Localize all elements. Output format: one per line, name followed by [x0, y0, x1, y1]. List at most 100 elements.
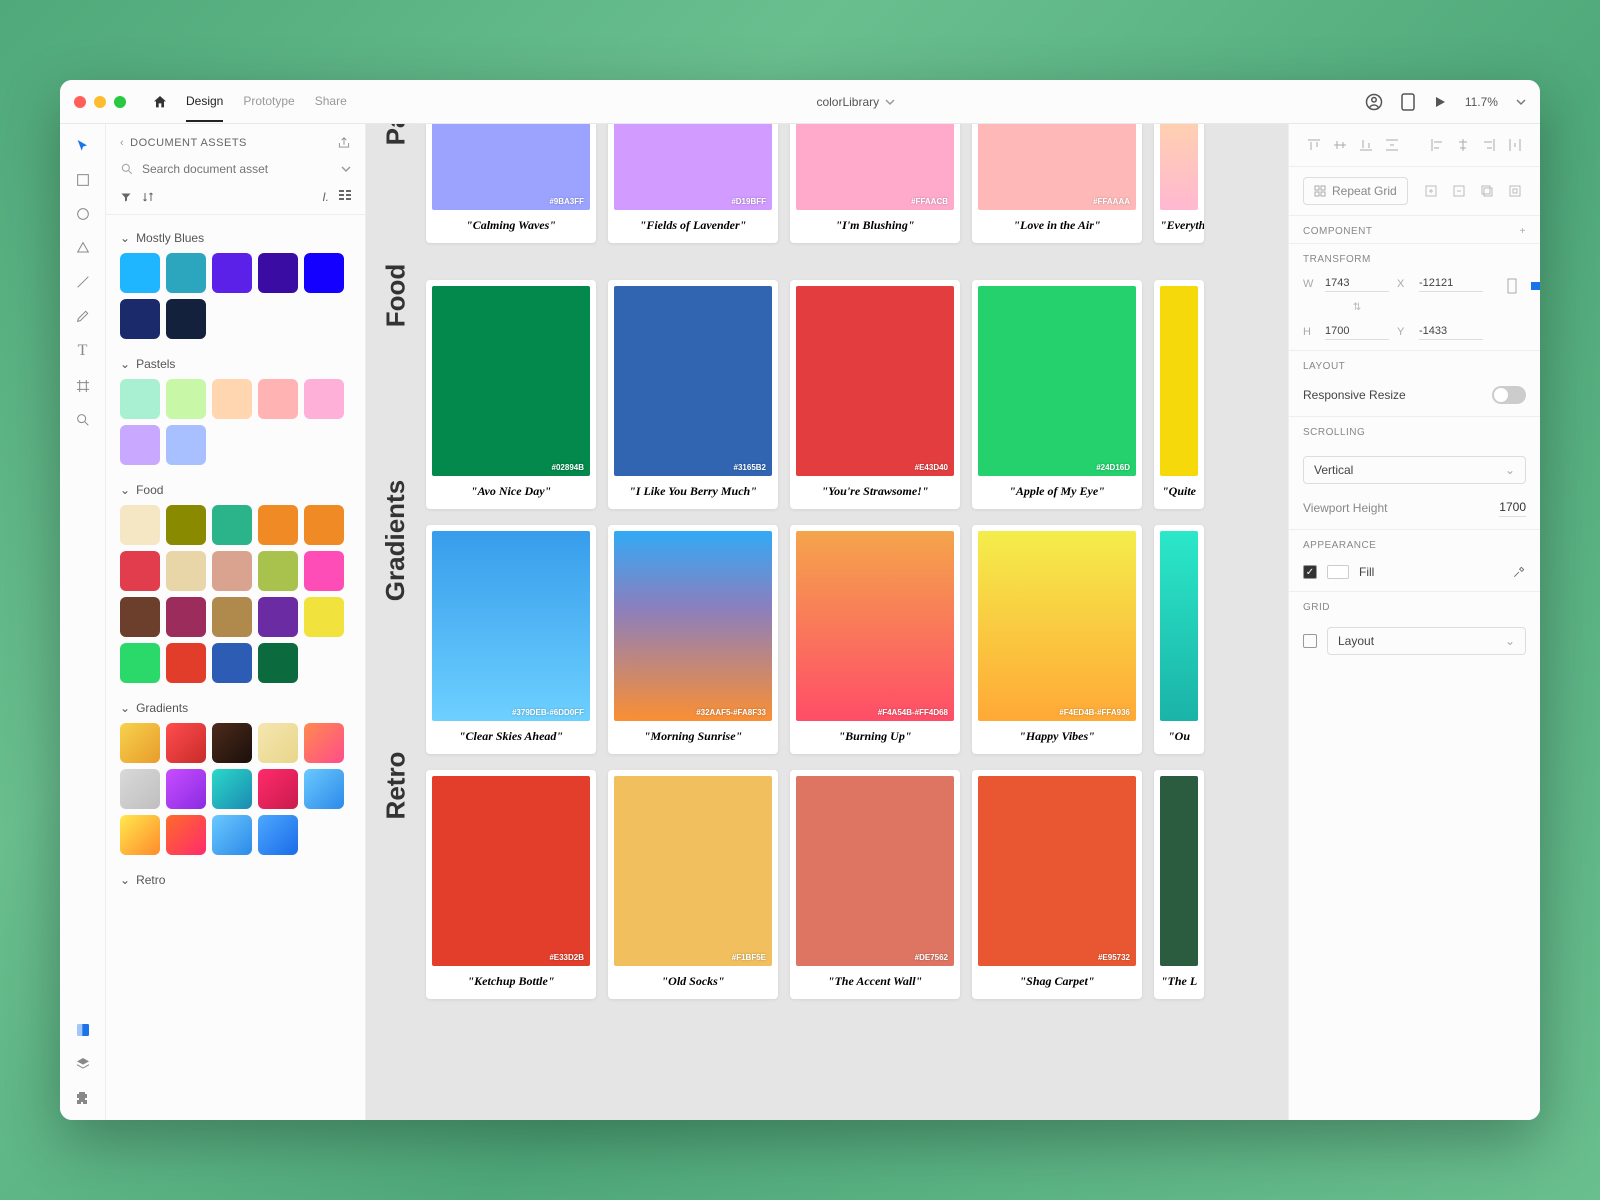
- color-swatch[interactable]: [120, 597, 160, 637]
- color-swatch[interactable]: [120, 769, 160, 809]
- color-swatch[interactable]: [120, 643, 160, 683]
- zoom-level[interactable]: 11.7%: [1465, 95, 1498, 109]
- zoom-tool-icon[interactable]: [75, 412, 91, 428]
- card-menu-icon[interactable]: •••: [610, 280, 628, 282]
- color-swatch[interactable]: [212, 769, 252, 809]
- viewport-height-field[interactable]: 1700: [1499, 498, 1526, 517]
- card-menu-icon[interactable]: •••: [792, 280, 810, 282]
- color-swatch[interactable]: [120, 299, 160, 339]
- color-swatch[interactable]: [304, 253, 344, 293]
- color-card[interactable]: •••#E33D2B"Ketchup Bottle": [426, 770, 596, 999]
- color-swatch[interactable]: [212, 597, 252, 637]
- card-menu-icon[interactable]: •••: [428, 770, 446, 772]
- color-card[interactable]: •••#E43D40"You're Strawsome!": [790, 280, 960, 509]
- color-swatch[interactable]: [212, 551, 252, 591]
- card-menu-icon[interactable]: •••: [428, 280, 446, 282]
- ellipse-tool-icon[interactable]: [75, 206, 91, 222]
- intersect-icon[interactable]: [1476, 180, 1498, 202]
- color-swatch[interactable]: [120, 379, 160, 419]
- device-preview-icon[interactable]: [1401, 93, 1415, 111]
- color-card[interactable]: •••"Everythi: [1154, 124, 1204, 243]
- distribute-h-icon[interactable]: [1504, 134, 1526, 156]
- color-swatch[interactable]: [212, 815, 252, 855]
- landscape-icon[interactable]: [1527, 275, 1540, 297]
- portrait-icon[interactable]: [1501, 275, 1523, 297]
- group-header[interactable]: ⌄Food: [120, 477, 357, 505]
- color-swatch[interactable]: [258, 379, 298, 419]
- home-icon[interactable]: [152, 94, 168, 110]
- color-swatch[interactable]: [212, 253, 252, 293]
- color-swatch[interactable]: [120, 815, 160, 855]
- color-swatch[interactable]: [212, 643, 252, 683]
- color-swatch[interactable]: [258, 597, 298, 637]
- color-swatch[interactable]: [166, 425, 206, 465]
- color-swatch[interactable]: [166, 253, 206, 293]
- color-card[interactable]: •••#32AAF5-#FA8F33"Morning Sunrise": [608, 525, 778, 754]
- subtract-icon[interactable]: [1448, 180, 1470, 202]
- tab-prototype[interactable]: Prototype: [243, 82, 294, 122]
- eyedropper-icon[interactable]: [1512, 565, 1526, 579]
- color-swatch[interactable]: [166, 643, 206, 683]
- responsive-resize-toggle[interactable]: [1492, 386, 1526, 404]
- color-swatch[interactable]: [258, 643, 298, 683]
- list-view-icon[interactable]: I.: [322, 190, 329, 204]
- scrolling-dropdown[interactable]: Vertical ⌄: [1303, 456, 1526, 484]
- color-swatch[interactable]: [166, 299, 206, 339]
- align-bottom-icon[interactable]: [1355, 134, 1377, 156]
- color-swatch[interactable]: [258, 815, 298, 855]
- assets-panel-icon[interactable]: [75, 1022, 91, 1038]
- color-swatch[interactable]: [304, 379, 344, 419]
- filter-icon[interactable]: [120, 191, 132, 203]
- color-swatch[interactable]: [212, 723, 252, 763]
- card-menu-icon[interactable]: •••: [1156, 280, 1174, 282]
- color-swatch[interactable]: [166, 551, 206, 591]
- color-card[interactable]: •••#DE7562"The Accent Wall": [790, 770, 960, 999]
- group-header[interactable]: ⌄Retro: [120, 867, 357, 895]
- close-window-button[interactable]: [74, 96, 86, 108]
- color-card[interactable]: •••#FFAAAA"Love in the Air": [972, 124, 1142, 243]
- chevron-down-icon[interactable]: [1516, 97, 1526, 107]
- color-swatch[interactable]: [212, 379, 252, 419]
- artboard-tool-icon[interactable]: [75, 378, 91, 394]
- add-component-icon[interactable]: +: [1520, 226, 1526, 237]
- fill-swatch[interactable]: [1327, 565, 1349, 579]
- card-menu-icon[interactable]: •••: [1156, 770, 1174, 772]
- color-card[interactable]: •••#D19BFF"Fields of Lavender": [608, 124, 778, 243]
- tab-share[interactable]: Share: [315, 82, 347, 122]
- color-card[interactable]: •••#F4ED4B-#FFA936"Happy Vibes": [972, 525, 1142, 754]
- color-swatch[interactable]: [166, 723, 206, 763]
- select-tool-icon[interactable]: [75, 138, 91, 154]
- group-header[interactable]: ⌄Mostly Blues: [120, 225, 357, 253]
- repeat-grid-button[interactable]: Repeat Grid: [1303, 177, 1408, 205]
- layers-panel-icon[interactable]: [75, 1056, 91, 1072]
- color-swatch[interactable]: [120, 505, 160, 545]
- align-vcenter-icon[interactable]: [1329, 134, 1351, 156]
- lock-aspect-icon[interactable]: ⇅: [1325, 300, 1389, 315]
- exclude-icon[interactable]: [1504, 180, 1526, 202]
- add-icon[interactable]: [1420, 180, 1442, 202]
- rectangle-tool-icon[interactable]: [75, 172, 91, 188]
- plugins-panel-icon[interactable]: [75, 1090, 91, 1106]
- color-swatch[interactable]: [120, 723, 160, 763]
- card-menu-icon[interactable]: •••: [974, 770, 992, 772]
- color-card[interactable]: •••#24D16D"Apple of My Eye": [972, 280, 1142, 509]
- color-card[interactable]: •••"Ou: [1154, 525, 1204, 754]
- fill-checkbox[interactable]: ✓: [1303, 565, 1317, 579]
- align-hcenter-icon[interactable]: [1452, 134, 1474, 156]
- canvas[interactable]: Pa•••#9BA3FF"Calming Waves"•••#D19BFF"Fi…: [366, 124, 1288, 1120]
- align-right-icon[interactable]: [1478, 134, 1500, 156]
- group-header[interactable]: ⌄Gradients: [120, 695, 357, 723]
- x-field[interactable]: -12121: [1419, 275, 1483, 292]
- width-field[interactable]: 1743: [1325, 275, 1389, 292]
- color-swatch[interactable]: [258, 723, 298, 763]
- polygon-tool-icon[interactable]: [75, 240, 91, 256]
- grid-checkbox[interactable]: [1303, 634, 1317, 648]
- chevron-down-icon[interactable]: [341, 164, 351, 174]
- export-icon[interactable]: [337, 136, 351, 150]
- color-swatch[interactable]: [120, 551, 160, 591]
- line-tool-icon[interactable]: [75, 274, 91, 290]
- card-menu-icon[interactable]: •••: [610, 770, 628, 772]
- tab-design[interactable]: Design: [186, 82, 223, 122]
- card-menu-icon[interactable]: •••: [428, 525, 446, 527]
- color-swatch[interactable]: [166, 379, 206, 419]
